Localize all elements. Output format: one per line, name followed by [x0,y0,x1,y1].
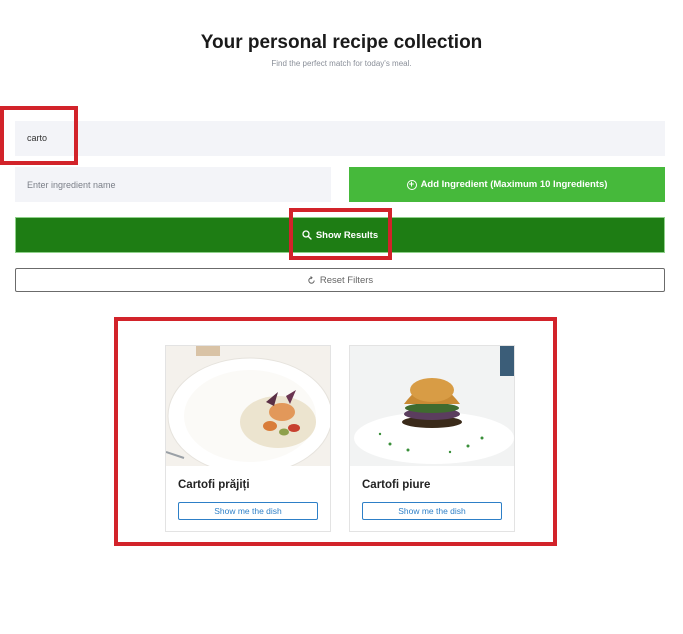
recipe-title: Cartofi prăjiți [178,479,250,491]
show-dish-button[interactable]: Show me the dish [362,502,502,520]
refresh-icon [308,275,315,284]
add-ingredient-button[interactable]: + Add Ingredient (Maximum 10 Ingredients… [349,167,665,202]
recipe-title: Cartofi piure [362,479,431,491]
reset-filters-label: Reset Filters [319,274,374,286]
page-subtitle: Find the perfect match for today's meal. [271,59,412,68]
show-results-label: Show Results [315,229,379,241]
add-ingredient-label: Add Ingredient (Maximum 10 Ingredients) [420,179,608,190]
page-title: Your personal recipe collection [200,32,483,53]
ingredient-input[interactable] [15,167,331,202]
recipe-image [166,346,330,466]
recipe-card: Cartofi piure Show me the dish [349,345,515,532]
recipe-image [350,346,514,466]
search-input[interactable]: carto [15,121,665,156]
show-results-button[interactable]: Show Results [15,217,665,253]
plus-circle-icon: + [406,179,417,190]
reset-filters-button[interactable]: Reset Filters [15,268,665,292]
recipe-card: Cartofi prăjiți Show me the dish [165,345,331,532]
show-dish-button[interactable]: Show me the dish [178,502,318,520]
search-icon [302,230,312,240]
page: Your personal recipe collection Find the… [0,0,683,634]
search-input-value: carto [27,133,48,143]
